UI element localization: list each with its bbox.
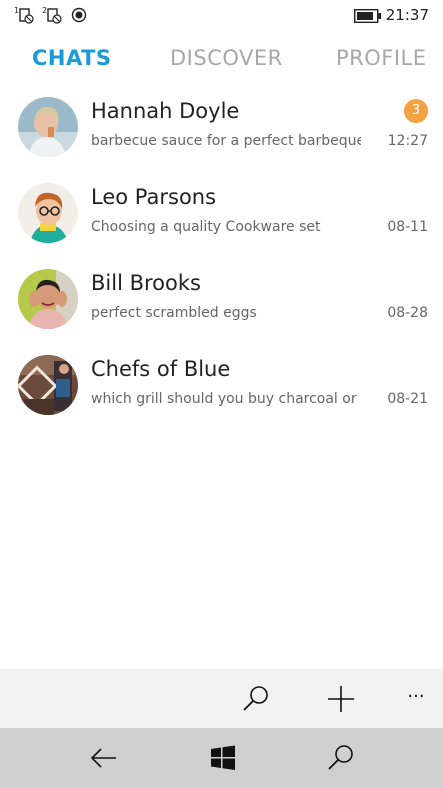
- chat-item-hannah-doyle[interactable]: Hannah Doyle 3 barbecue sauce for a perf…: [0, 93, 443, 179]
- avatar: [18, 183, 78, 243]
- tab-chats[interactable]: CHATS: [32, 46, 112, 70]
- chat-time: 08-21: [387, 391, 428, 407]
- notification-icon: 1: [14, 6, 36, 28]
- clock: 21:37: [385, 6, 429, 24]
- chat-time: 08-11: [387, 219, 428, 235]
- notif1-label: 1: [14, 6, 19, 15]
- chat-preview: Choosing a quality Cookware set: [91, 219, 321, 235]
- avatar: [18, 355, 78, 415]
- avatar: [18, 269, 78, 329]
- notif2-label: 2: [42, 6, 47, 15]
- chat-preview: barbecue sauce for a perfect barbeque: [91, 133, 361, 149]
- chat-name: Hannah Doyle: [91, 99, 240, 123]
- unread-badge: 3: [404, 99, 428, 123]
- chat-item-bill-brooks[interactable]: Bill Brooks perfect scrambled eggs 08-28: [0, 265, 443, 351]
- search-icon[interactable]: [240, 683, 272, 715]
- chat-name: Bill Brooks: [91, 271, 201, 295]
- more-icon[interactable]: ···: [400, 683, 432, 715]
- chat-preview: which grill should you buy charcoal or: [91, 391, 357, 407]
- notification-icon: 2: [42, 6, 64, 28]
- chat-time: 12:27: [387, 133, 428, 149]
- tab-profile[interactable]: PROFILE: [336, 46, 427, 70]
- back-icon[interactable]: [88, 742, 120, 774]
- battery-icon: [353, 8, 382, 27]
- chat-item-chefs-of-blue[interactable]: Chefs of Blue which grill should you buy…: [0, 351, 443, 437]
- chat-name: Chefs of Blue: [91, 357, 231, 381]
- app-bar: ···: [0, 669, 443, 728]
- chat-time: 08-28: [387, 305, 428, 321]
- navigation-bar: [0, 728, 443, 788]
- search-icon[interactable]: [325, 742, 357, 774]
- windows-icon[interactable]: [207, 742, 239, 774]
- chat-item-leo-parsons[interactable]: Leo Parsons Choosing a quality Cookware …: [0, 179, 443, 265]
- tab-bar: CHATS DISCOVER PROFILE: [0, 40, 443, 80]
- tab-discover[interactable]: DISCOVER: [170, 46, 283, 70]
- add-icon[interactable]: [325, 683, 357, 715]
- record-icon: [71, 7, 87, 27]
- avatar: [18, 97, 78, 157]
- chat-preview: perfect scrambled eggs: [91, 305, 257, 321]
- chat-name: Leo Parsons: [91, 185, 217, 209]
- status-bar: 1 2 21:37: [0, 0, 443, 30]
